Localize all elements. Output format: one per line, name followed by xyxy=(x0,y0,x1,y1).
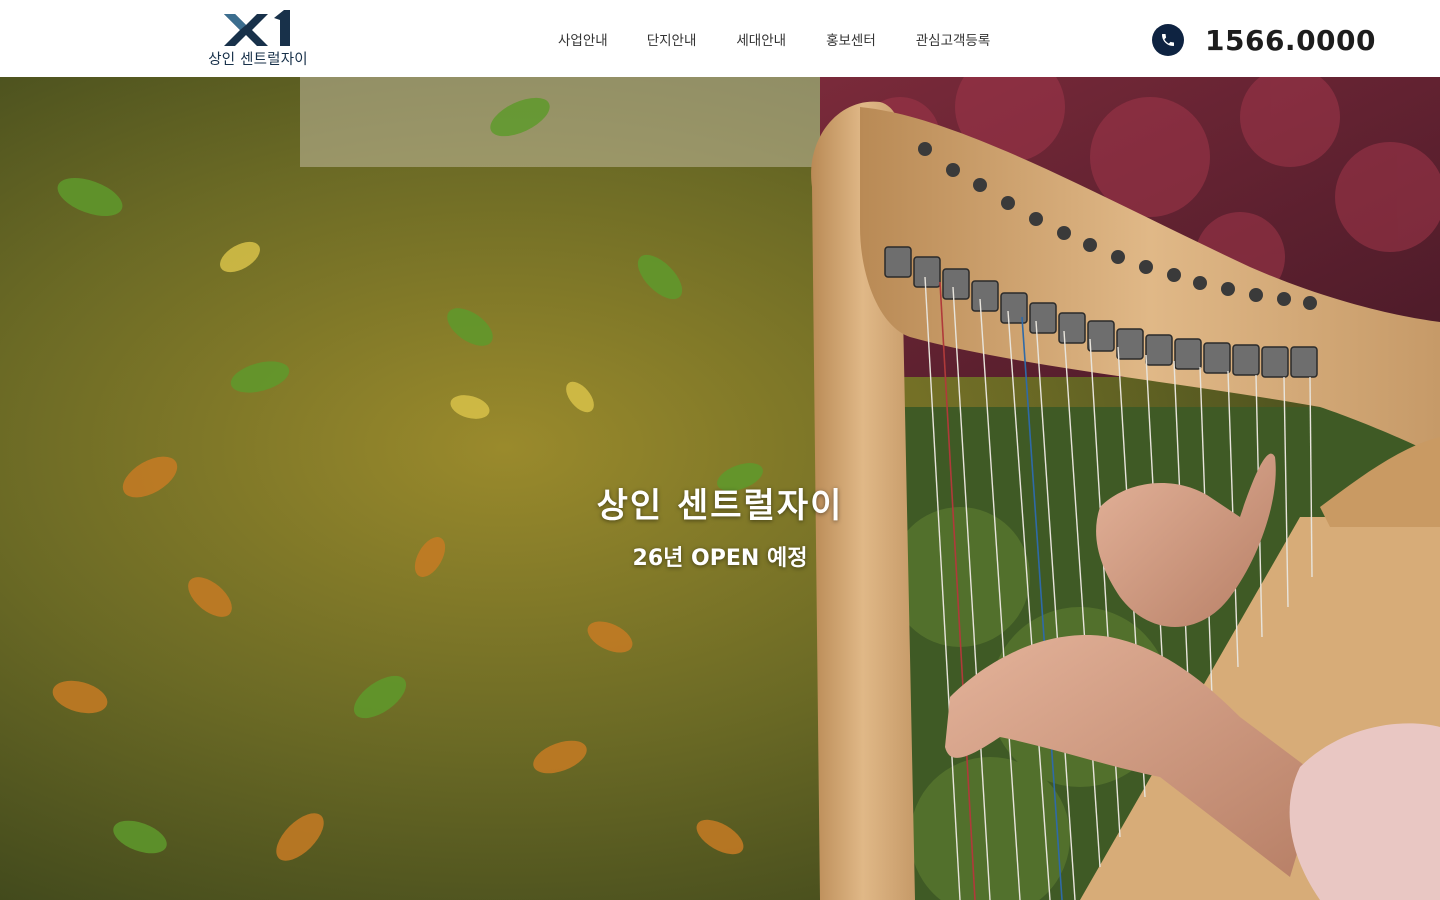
logo-text: 상인 센트럴자이 xyxy=(208,52,308,68)
phone-number[interactable]: 1566.0000 xyxy=(1205,21,1376,61)
main-nav: 사업안내 단지안내 세대안내 홍보센터 관심고객등록 xyxy=(540,29,990,53)
hero-title: 상인 센트럴자이 xyxy=(596,486,844,526)
nav-item-register[interactable]: 관심고객등록 xyxy=(916,29,991,53)
nav-item-promotion[interactable]: 홍보센터 xyxy=(826,29,876,53)
nav-item-business[interactable]: 사업안내 xyxy=(558,29,608,53)
logo[interactable]: 상인 센트럴자이 xyxy=(196,8,320,72)
hero-subtitle: 26년 OPEN 예정 xyxy=(632,546,808,571)
phone-glyph-icon xyxy=(1162,34,1174,46)
nav-item-complex[interactable]: 단지안내 xyxy=(647,29,697,53)
nav-item-units[interactable]: 세대안내 xyxy=(736,29,786,53)
phone-icon[interactable] xyxy=(1152,24,1184,56)
hero-banner: 상인 센트럴자이 26년 OPEN 예정 xyxy=(0,77,1440,900)
xi-logo-icon xyxy=(224,10,290,46)
site-header: 상인 센트럴자이 사업안내 단지안내 세대안내 홍보센터 관심고객등록 1566… xyxy=(0,0,1440,77)
